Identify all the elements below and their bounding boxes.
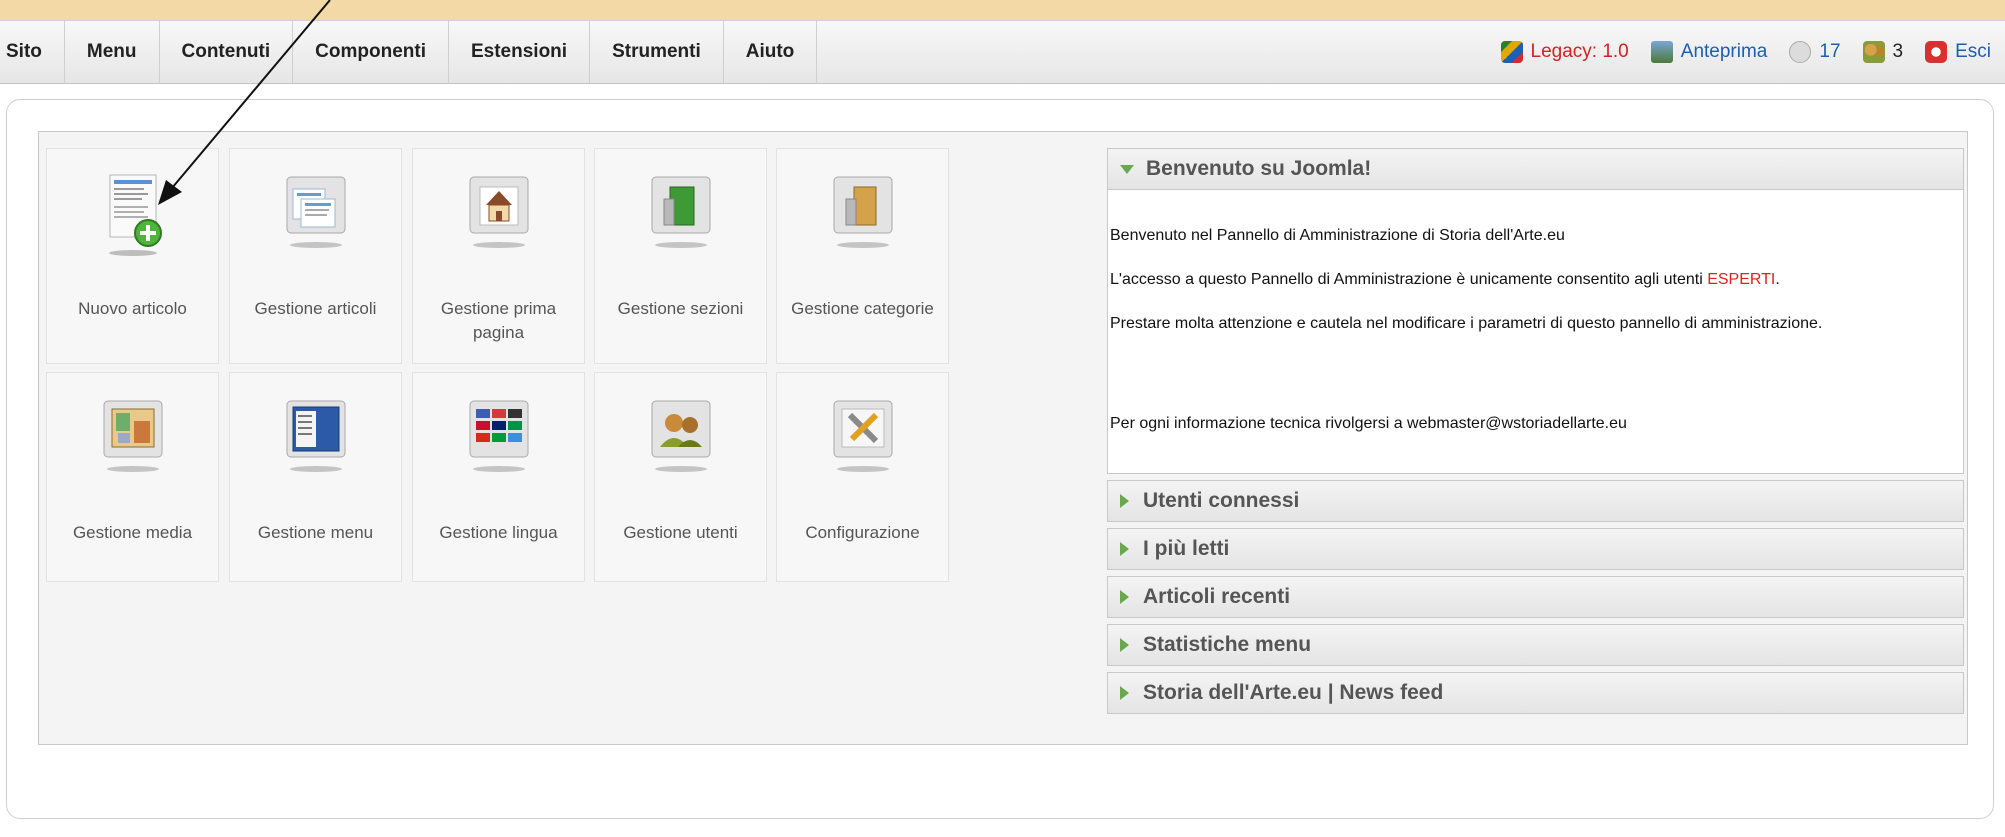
tile-configuration[interactable]: Configurazione — [776, 372, 949, 582]
menu-contenuti[interactable]: Contenuti — [160, 21, 294, 83]
articles-icon — [283, 175, 349, 248]
collapsed-arrow-icon — [1120, 590, 1129, 604]
tile-label: Gestione utenti — [623, 523, 738, 542]
tile-label: Gestione sezioni — [617, 299, 744, 318]
frontpage-icon — [466, 175, 532, 248]
sections-icon — [648, 175, 714, 248]
tile-frontpage[interactable]: Gestione prima pagina — [412, 148, 585, 364]
tile-label: Gestione lingua — [439, 523, 558, 542]
experts-highlight: ESPERTI — [1707, 271, 1776, 288]
pane-articoli-recenti[interactable]: Articoli recenti — [1107, 576, 1964, 618]
tile-categories[interactable]: Gestione categorie — [776, 148, 949, 364]
pane-title: Statistiche menu — [1143, 633, 1312, 656]
collapsed-arrow-icon — [1120, 494, 1129, 508]
tile-label: Gestione media — [72, 523, 193, 542]
tile-label: Gestione menu — [257, 523, 374, 542]
welcome-line: Per ogni informazione tecnica rivolgersi… — [1110, 415, 1627, 432]
pane-statistiche-menu[interactable]: Statistiche menu — [1107, 624, 1964, 666]
preview-icon — [1650, 41, 1673, 63]
messages-count[interactable]: 17 — [1789, 41, 1841, 63]
preview-link[interactable]: Anteprima — [1650, 41, 1768, 63]
tile-label: Gestione prima pagina — [440, 299, 557, 342]
logout-label: Esci — [1955, 41, 1991, 62]
joomla-logo-icon — [1500, 41, 1523, 63]
users-online-icon — [1862, 41, 1885, 63]
tile-label: Configurazione — [805, 523, 920, 542]
pane-title: Articoli recenti — [1143, 585, 1291, 608]
logout-link[interactable]: Esci — [1925, 41, 1991, 63]
logout-icon — [1925, 41, 1948, 63]
menu-aiuto[interactable]: Aiuto — [724, 21, 818, 83]
welcome-line: L'accesso a questo Pannello di Amministr… — [1110, 246, 1963, 290]
tile-label: Gestione categorie — [791, 299, 934, 318]
menu-sito[interactable]: Sito — [0, 21, 65, 83]
preview-label: Anteprima — [1680, 41, 1768, 62]
language-icon — [466, 399, 532, 472]
tile-sections[interactable]: Gestione sezioni — [594, 148, 767, 364]
tile-menu[interactable]: Gestione menu — [229, 372, 402, 582]
categories-icon — [830, 175, 896, 248]
expanded-arrow-icon — [1120, 164, 1134, 174]
pane-piu-letti[interactable]: I più letti — [1107, 528, 1964, 570]
pane-utenti-connessi[interactable]: Utenti connessi — [1107, 480, 1964, 522]
tile-users[interactable]: Gestione utenti — [594, 372, 767, 582]
users-online-value: 3 — [1892, 41, 1904, 62]
tile-label: Nuovo articolo — [78, 299, 187, 318]
collapsed-arrow-icon — [1120, 638, 1129, 652]
info-panes: Benvenuto su Joomla! Benvenuto nel Panne… — [1107, 148, 1964, 714]
collapsed-arrow-icon — [1120, 542, 1129, 556]
menu-componenti[interactable]: Componenti — [293, 21, 449, 83]
legacy-label: Legacy: 1.0 — [1530, 41, 1629, 62]
tile-articles[interactable]: Gestione articoli — [229, 148, 402, 364]
pane-news-feed[interactable]: Storia dell'Arte.eu | News feed — [1107, 672, 1964, 714]
welcome-pane-body: Benvenuto nel Pannello di Amministrazion… — [1107, 190, 1964, 474]
tile-language[interactable]: Gestione lingua — [412, 372, 585, 582]
status-bar: Legacy: 1.0 Anteprima 17 3 Esci — [1500, 21, 1991, 83]
configuration-icon — [830, 399, 896, 472]
menu-icon — [283, 399, 349, 472]
welcome-line: Benvenuto nel Pannello di Amministrazion… — [1110, 227, 1565, 244]
welcome-line: Prestare molta attenzione e cautela nel … — [1110, 315, 1823, 332]
legacy-status[interactable]: Legacy: 1.0 — [1500, 41, 1629, 63]
media-icon — [100, 399, 166, 472]
menu-strumenti[interactable]: Strumenti — [590, 21, 724, 83]
menu-estensioni[interactable]: Estensioni — [449, 21, 591, 83]
pane-title: I più letti — [1143, 537, 1230, 560]
pane-title: Storia dell'Arte.eu | News feed — [1143, 681, 1444, 704]
users-icon — [648, 399, 714, 472]
top-menubar: Sito Menu Contenuti Componenti Estension… — [0, 20, 2005, 84]
menu-menu[interactable]: Menu — [65, 21, 160, 83]
main-menu: Sito Menu Contenuti Componenti Estension… — [0, 21, 818, 83]
users-online[interactable]: 3 — [1862, 41, 1904, 63]
tile-media[interactable]: Gestione media — [46, 372, 219, 582]
welcome-pane-header[interactable]: Benvenuto su Joomla! — [1107, 148, 1964, 190]
new-article-icon — [100, 171, 166, 256]
messages-icon — [1789, 41, 1812, 63]
welcome-title: Benvenuto su Joomla! — [1146, 157, 1372, 180]
messages-count-value: 17 — [1819, 41, 1841, 62]
tile-label: Gestione articoli — [254, 299, 377, 318]
welcome-line-end: . — [1775, 271, 1780, 288]
collapsed-arrow-icon — [1120, 686, 1129, 700]
tile-new-article[interactable]: Nuovo articolo — [46, 148, 219, 364]
welcome-line-text: L'accesso a questo Pannello di Amministr… — [1110, 271, 1708, 288]
pane-title: Utenti connessi — [1143, 489, 1300, 512]
